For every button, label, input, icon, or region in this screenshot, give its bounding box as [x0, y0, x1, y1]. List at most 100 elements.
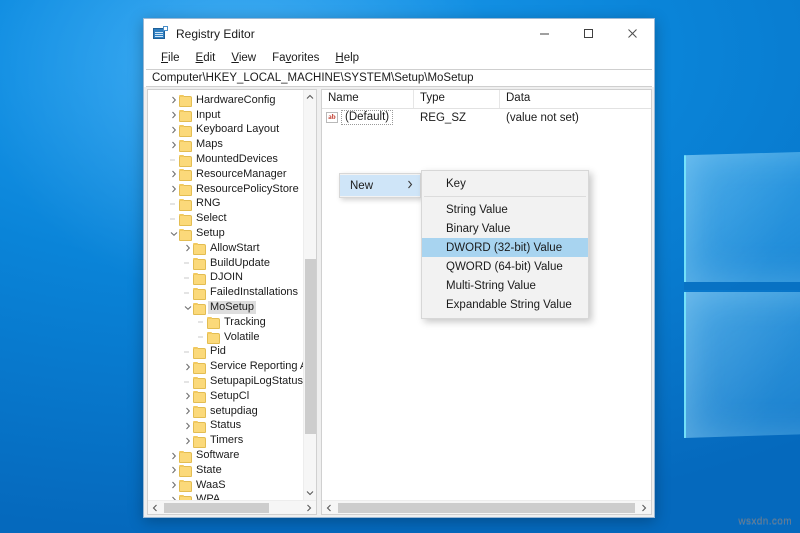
- tree-item-maps[interactable]: Maps: [148, 137, 303, 152]
- tree-item-volatile[interactable]: Volatile: [148, 330, 303, 345]
- registry-tree[interactable]: HardwareConfig Input Keyboard Layout Maps Mo…: [148, 90, 303, 500]
- submenu-item-multi-string-value[interactable]: Multi-String Value: [422, 276, 588, 295]
- column-header-data[interactable]: Data: [500, 90, 651, 108]
- chevron-right-icon[interactable]: [168, 111, 179, 119]
- menu-favorites[interactable]: Favorites: [264, 49, 327, 68]
- chevron-right-icon[interactable]: [182, 422, 193, 430]
- tree-vertical-scrollbar[interactable]: [303, 90, 316, 500]
- tree-item-state[interactable]: State: [148, 463, 303, 478]
- title-bar[interactable]: Registry Editor: [144, 19, 654, 49]
- list-hscroll-thumb[interactable]: [338, 502, 635, 513]
- tree-leaf-marker: [196, 318, 207, 326]
- tree-item-select[interactable]: Select: [148, 211, 303, 226]
- menu-file[interactable]: File: [153, 49, 188, 68]
- chevron-right-icon[interactable]: [168, 452, 179, 460]
- tree-item-mounteddevices[interactable]: MountedDevices: [148, 152, 303, 167]
- context-menu-item-new[interactable]: New: [340, 175, 420, 196]
- tree-item-input[interactable]: Input: [148, 108, 303, 123]
- submenu-item-expandable-string-value[interactable]: Expandable String Value: [422, 295, 588, 314]
- registry-editor-window: Registry Editor File Edit View Favorites…: [143, 18, 655, 518]
- tree-item-rng[interactable]: RNG: [148, 197, 303, 212]
- chevron-right-icon[interactable]: [182, 392, 193, 400]
- tree-item-failedinstallations[interactable]: FailedInstallations: [148, 285, 303, 300]
- submenu-item-label: Expandable String Value: [446, 298, 572, 311]
- tree-leaf-marker: [168, 156, 179, 164]
- tree-item-wpa[interactable]: WPA: [148, 493, 303, 500]
- chevron-right-icon[interactable]: [168, 185, 179, 193]
- chevron-right-icon[interactable]: [168, 141, 179, 149]
- chevron-right-icon[interactable]: [182, 244, 193, 252]
- value-name-cell[interactable]: ab (Default): [322, 110, 414, 125]
- chevron-left-icon[interactable]: [148, 501, 162, 515]
- tree-hscroll-track[interactable]: [162, 501, 302, 515]
- chevron-right-icon[interactable]: [182, 437, 193, 445]
- folder-icon: [179, 169, 192, 182]
- tree-hscroll-thumb[interactable]: [164, 502, 269, 513]
- tree-item-software[interactable]: Software: [148, 448, 303, 463]
- tree-item-timers[interactable]: Timers: [148, 433, 303, 448]
- tree-horizontal-scrollbar[interactable]: [148, 500, 316, 514]
- tree-item-label: ResourcePolicyStore: [196, 182, 299, 195]
- tree-item-mosetup[interactable]: MoSetup: [148, 300, 303, 315]
- context-menu-new[interactable]: New: [339, 173, 421, 198]
- tree-item-label: setupdiag: [210, 404, 258, 417]
- chevron-right-icon[interactable]: [182, 363, 193, 371]
- submenu-item-qword-64-bit-value[interactable]: QWORD (64-bit) Value: [422, 257, 588, 276]
- tree-item-keyboard-layout[interactable]: Keyboard Layout: [148, 123, 303, 138]
- tree-item-label: WPA: [196, 493, 221, 500]
- tree-item-waas[interactable]: WaaS: [148, 478, 303, 493]
- tree-item-pid[interactable]: Pid: [148, 345, 303, 360]
- chevron-up-icon[interactable]: [304, 90, 317, 104]
- tree-scroll-thumb[interactable]: [304, 259, 316, 434]
- tree-item-resourcemanager[interactable]: ResourceManager: [148, 167, 303, 182]
- chevron-left-icon[interactable]: [322, 501, 336, 515]
- chevron-right-icon[interactable]: [168, 466, 179, 474]
- menu-view[interactable]: View: [223, 49, 264, 68]
- tree-item-allowstart[interactable]: AllowStart: [148, 241, 303, 256]
- close-button[interactable]: [610, 19, 654, 48]
- tree-item-setupcl[interactable]: SetupCl: [148, 389, 303, 404]
- tree-item-setupapilogstatus[interactable]: SetupapiLogStatus: [148, 374, 303, 389]
- context-submenu-new[interactable]: Key String Value Binary Value DWORD (32-bit…: [421, 170, 589, 319]
- chevron-right-icon[interactable]: [302, 501, 316, 515]
- address-bar[interactable]: Computer\HKEY_LOCAL_MACHINE\SYSTEM\Setup…: [146, 69, 652, 87]
- minimize-button[interactable]: [522, 19, 566, 48]
- chevron-right-icon[interactable]: [168, 96, 179, 104]
- submenu-item-string-value[interactable]: String Value: [422, 200, 588, 219]
- chevron-right-icon[interactable]: [168, 170, 179, 178]
- folder-icon: [193, 361, 206, 374]
- tree-item-label: DJOIN: [210, 271, 243, 284]
- tree-item-status[interactable]: Status: [148, 419, 303, 434]
- column-header-type[interactable]: Type: [414, 90, 500, 108]
- table-row[interactable]: ab (Default) REG_SZ (value not set): [322, 109, 651, 126]
- menu-edit[interactable]: Edit: [188, 49, 224, 68]
- chevron-down-icon[interactable]: [304, 486, 317, 500]
- chevron-right-icon[interactable]: [182, 407, 193, 415]
- tree-item-djoin[interactable]: DJOIN: [148, 271, 303, 286]
- chevron-right-icon[interactable]: [168, 481, 179, 489]
- tree-item-hardwareconfig[interactable]: HardwareConfig: [148, 93, 303, 108]
- chevron-down-icon[interactable]: [168, 231, 179, 237]
- chevron-right-icon[interactable]: [168, 126, 179, 134]
- tree-item-resourcepolicystore[interactable]: ResourcePolicyStore: [148, 182, 303, 197]
- list-horizontal-scrollbar[interactable]: [322, 500, 651, 514]
- tree-item-setup[interactable]: Setup: [148, 226, 303, 241]
- submenu-item-key[interactable]: Key: [422, 174, 588, 193]
- tree-item-service-reporting-a[interactable]: Service Reporting A: [148, 359, 303, 374]
- menu-help[interactable]: Help: [327, 49, 367, 68]
- chevron-down-icon[interactable]: [182, 305, 193, 311]
- tree-item-buildupdate[interactable]: BuildUpdate: [148, 256, 303, 271]
- tree-item-setupdiag[interactable]: setupdiag: [148, 404, 303, 419]
- tree-scroll-track[interactable]: [304, 104, 317, 486]
- tree-item-tracking[interactable]: Tracking: [148, 315, 303, 330]
- column-header-name[interactable]: Name: [322, 90, 414, 108]
- value-name-text: (Default): [341, 110, 394, 125]
- submenu-item-binary-value[interactable]: Binary Value: [422, 219, 588, 238]
- chevron-right-icon[interactable]: [168, 496, 179, 500]
- address-path: Computer\HKEY_LOCAL_MACHINE\SYSTEM\Setup…: [152, 72, 474, 84]
- list-hscroll-track[interactable]: [336, 501, 637, 515]
- submenu-item-dword-32-bit-value[interactable]: DWORD (32-bit) Value: [422, 238, 588, 257]
- watermark: wsxdn.com: [738, 516, 792, 527]
- chevron-right-icon[interactable]: [637, 501, 651, 515]
- maximize-button[interactable]: [566, 19, 610, 48]
